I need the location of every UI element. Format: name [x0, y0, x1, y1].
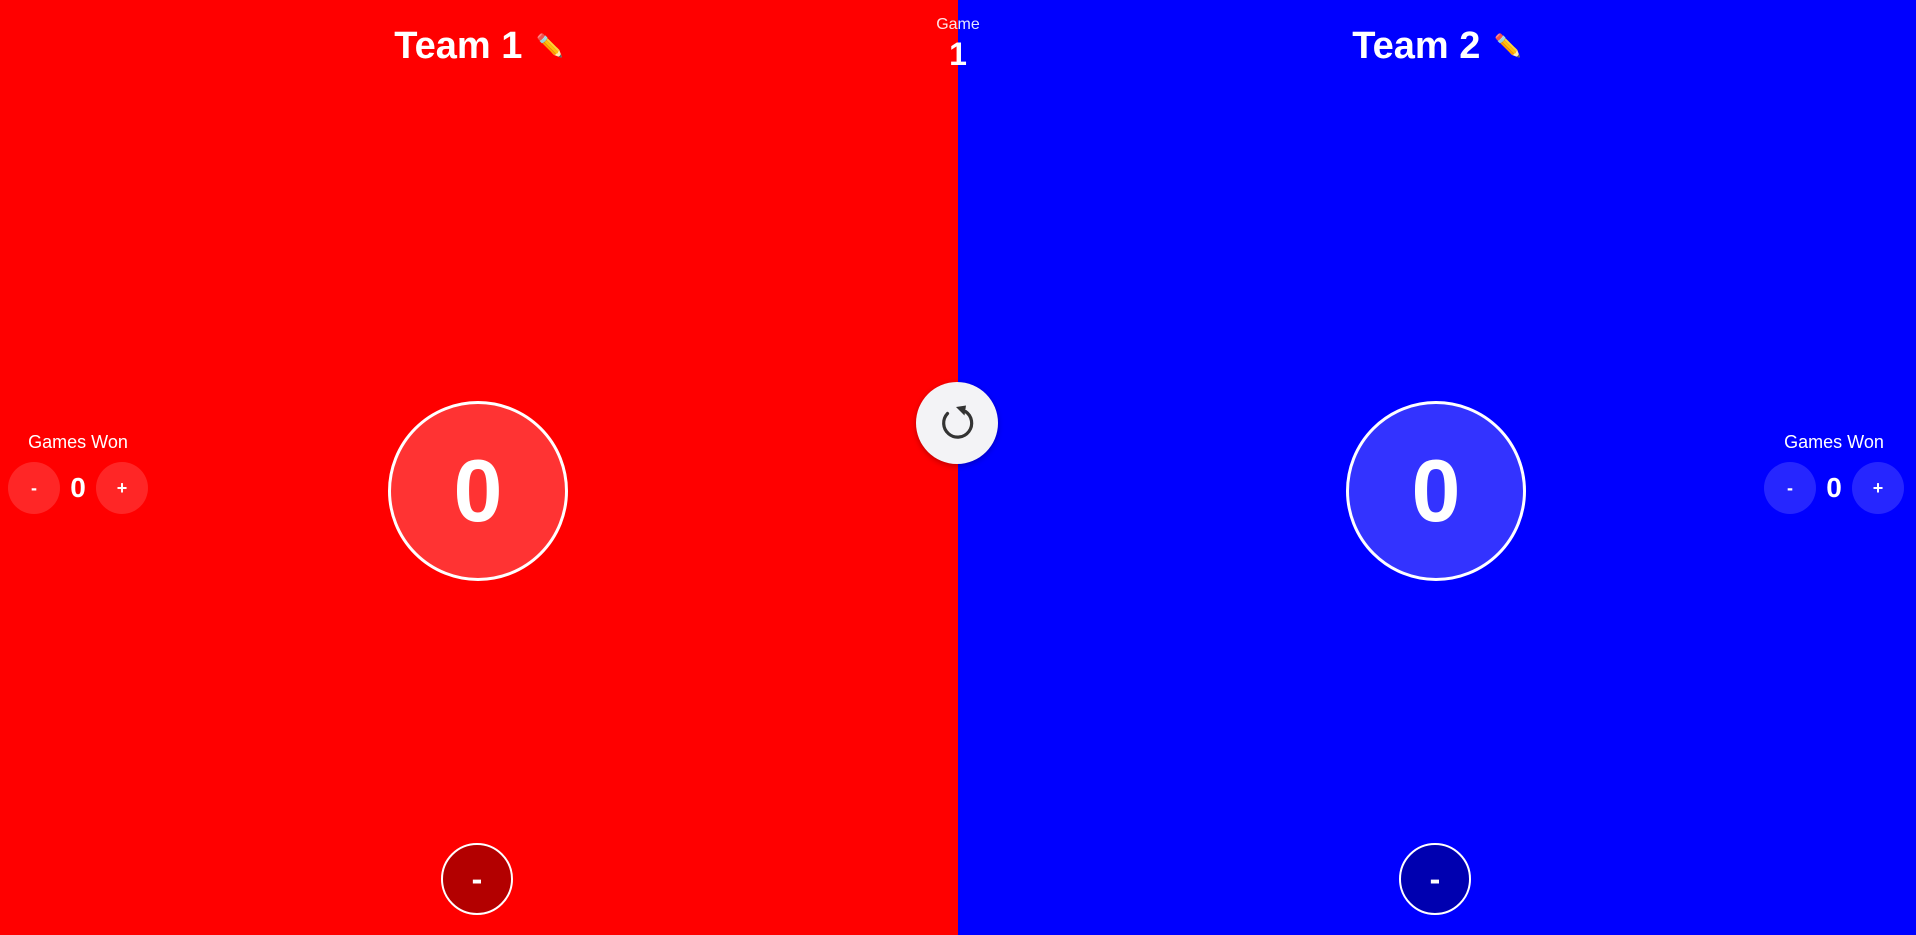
game-number: 1 — [949, 36, 967, 72]
team-1-panel: Team 1 ✏️ Games Won - 0 + 0 - — [0, 0, 958, 935]
team-2-games-won: Games Won - 0 + — [1764, 430, 1904, 514]
team-1-minus-button[interactable]: - — [441, 843, 513, 915]
team-2-games-won-value: 0 — [1826, 472, 1842, 503]
team-2-games-won-label: Games Won — [1784, 432, 1884, 452]
scoreboard-app: Team 1 ✏️ Games Won - 0 + 0 - Team 2 ✏️ … — [0, 0, 1916, 935]
team-1-name: Team 1 — [394, 25, 523, 67]
team-2-games-won-decrement-button[interactable]: - — [1764, 462, 1816, 514]
team-1-header: Team 1 ✏️ — [0, 22, 958, 70]
team-1-games-won-increment-button[interactable]: + — [96, 462, 148, 514]
team-2-edit-pencil-icon[interactable]: ✏️ — [1494, 22, 1521, 70]
team-1-edit-pencil-icon[interactable]: ✏️ — [536, 22, 563, 70]
team-2-name: Team 2 — [1352, 25, 1481, 67]
game-label: Game — [936, 16, 980, 33]
team-2-score-button[interactable]: 0 — [1346, 401, 1526, 581]
team-1-games-won-controls: - 0 + — [8, 462, 148, 514]
game-counter: Game 1 — [908, 14, 1008, 72]
team-2-games-won-increment-button[interactable]: + — [1852, 462, 1904, 514]
team-1-games-won: Games Won - 0 + — [8, 430, 148, 514]
team-2-games-won-controls: - 0 + — [1764, 462, 1904, 514]
team-1-games-won-label: Games Won — [28, 432, 128, 452]
reset-icon — [942, 405, 974, 439]
team-1-score-button[interactable]: 0 — [388, 401, 568, 581]
team-1-games-won-value: 0 — [70, 472, 86, 503]
team-2-panel: Team 2 ✏️ Games Won - 0 + 0 - — [958, 0, 1916, 935]
team-2-header: Team 2 ✏️ — [958, 22, 1916, 70]
reset-button[interactable] — [916, 382, 998, 464]
team-1-games-won-decrement-button[interactable]: - — [8, 462, 60, 514]
team-2-minus-button[interactable]: - — [1399, 843, 1471, 915]
